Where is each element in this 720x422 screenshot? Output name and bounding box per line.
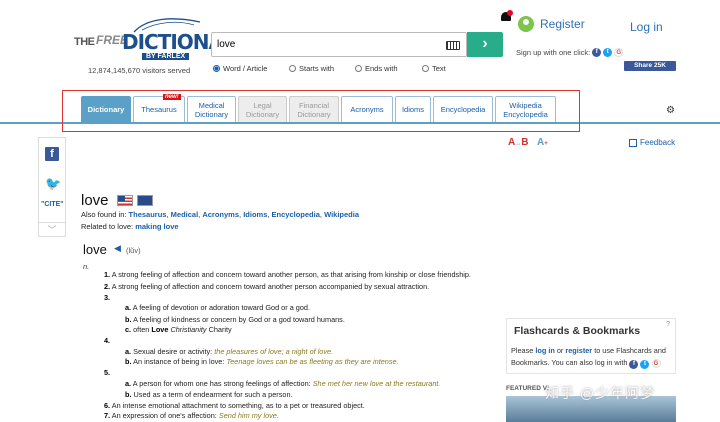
entry-word: love bbox=[83, 242, 107, 257]
user-icon bbox=[518, 16, 534, 32]
example-text: the pleasures of love; a night of love. bbox=[214, 347, 334, 356]
flash-register-link[interactable]: register bbox=[565, 346, 592, 355]
definition-item: a. A person for whom one has strong feel… bbox=[125, 379, 441, 388]
twitter-icon[interactable]: t bbox=[603, 48, 613, 57]
arrow-right-icon: › bbox=[482, 35, 488, 52]
facebook-share-button[interactable]: Share 25K bbox=[624, 61, 676, 71]
share-rail: f 🐦 "CITE" ﹀ bbox=[38, 137, 66, 237]
definition-item: 1. A strong feeling of affection and con… bbox=[104, 270, 471, 279]
register-button[interactable]: Register bbox=[518, 16, 585, 32]
found-link-idioms[interactable]: Idioms bbox=[243, 210, 267, 219]
login-link[interactable]: Log in bbox=[630, 20, 663, 34]
example-text: Send him my love. bbox=[218, 411, 279, 420]
found-link-thesaurus[interactable]: Thesaurus bbox=[129, 210, 167, 219]
definition-item: b. Used as a term of endearment for such… bbox=[125, 390, 293, 399]
definition-item: 2. A strong feeling of affection and con… bbox=[104, 282, 430, 291]
definition-item: 5. bbox=[104, 368, 111, 377]
flashcards-text: Please log in or register to use Flashca… bbox=[511, 346, 666, 369]
found-link-acronyms[interactable]: Acronyms bbox=[202, 210, 239, 219]
tabs-highlight-box bbox=[62, 90, 580, 132]
visitors-count: 12,874,145,670 visitors served bbox=[88, 66, 191, 75]
facebook-icon[interactable]: f bbox=[629, 360, 639, 369]
option-text[interactable]: Text bbox=[422, 64, 446, 73]
facebook-icon[interactable]: f bbox=[592, 48, 602, 57]
definition-item: 6. An intense emotional attachment to so… bbox=[104, 401, 365, 410]
keyboard-icon[interactable] bbox=[446, 41, 460, 50]
found-link-wikipedia[interactable]: Wikipedia bbox=[324, 210, 359, 219]
found-link-medical[interactable]: Medical bbox=[171, 210, 199, 219]
search-box[interactable] bbox=[211, 32, 467, 57]
definition-item: c. often Love Christianity Charity bbox=[125, 325, 232, 334]
logo-the: THE bbox=[74, 36, 95, 48]
notification-bell-icon[interactable] bbox=[500, 10, 513, 24]
definition-item: 3. bbox=[104, 293, 111, 302]
related-link[interactable]: making love bbox=[135, 222, 178, 231]
example-text: Teenage loves can be as fleeting as they… bbox=[226, 357, 399, 366]
radio-icon bbox=[355, 65, 362, 72]
definition-item: 4. bbox=[104, 336, 111, 345]
gear-icon[interactable]: ⚙ bbox=[666, 105, 675, 116]
option-starts-with[interactable]: Starts with bbox=[289, 64, 334, 73]
font-size-decrease[interactable]: A↔B bbox=[508, 137, 528, 148]
definition-item: b. An instance of being in love: Teenage… bbox=[125, 357, 399, 366]
speaker-icon[interactable]: ◀ bbox=[114, 243, 121, 254]
twitter-icon[interactable]: t bbox=[640, 360, 650, 369]
uk-flag-audio-icon[interactable] bbox=[137, 195, 153, 206]
twitter-icon[interactable]: 🐦 bbox=[45, 176, 61, 192]
flashcards-panel: ? Flashcards & Bookmarks Please log in o… bbox=[506, 318, 676, 374]
part-of-speech: n. bbox=[83, 262, 90, 271]
related-to: Related to love: making love bbox=[81, 222, 179, 231]
edit-icon bbox=[629, 138, 637, 147]
example-text: She met her new love at the restaurant. bbox=[312, 379, 441, 388]
found-link-encyclopedia[interactable]: Encyclopedia bbox=[272, 210, 320, 219]
signup-text: Sign up with one click: bbox=[516, 48, 591, 57]
radio-icon bbox=[422, 65, 429, 72]
social-signup: Sign up with one click: f t G bbox=[516, 48, 624, 57]
search-button[interactable]: › bbox=[467, 32, 503, 57]
register-label: Register bbox=[540, 17, 585, 31]
site-logo[interactable]: THE FREE DICTIONARY BY FARLEX bbox=[74, 18, 251, 62]
featured-video-label: FEATURED VI bbox=[506, 385, 549, 392]
option-word-article[interactable]: Word / Article bbox=[213, 64, 267, 73]
facebook-icon[interactable]: f bbox=[45, 147, 59, 161]
chevron-down-icon[interactable]: ﹀ bbox=[39, 222, 65, 236]
font-toggle[interactable]: A+ bbox=[537, 137, 548, 148]
radio-icon bbox=[289, 65, 296, 72]
option-ends-with[interactable]: Ends with bbox=[355, 64, 398, 73]
flashcards-title: Flashcards & Bookmarks bbox=[514, 325, 641, 337]
definition-item: a. Sexual desire or activity: the pleasu… bbox=[125, 347, 334, 356]
notification-badge bbox=[507, 10, 513, 16]
google-icon[interactable]: G bbox=[614, 48, 624, 57]
search-input[interactable] bbox=[217, 39, 437, 50]
logo-farlex: BY FARLEX bbox=[142, 53, 190, 60]
help-icon[interactable]: ? bbox=[666, 321, 670, 328]
google-icon[interactable]: G bbox=[651, 359, 661, 368]
flash-login-link[interactable]: log in bbox=[535, 346, 554, 355]
also-found-in: Also found in: Thesaurus, Medical, Acron… bbox=[81, 210, 360, 219]
us-flag-audio-icon[interactable] bbox=[117, 195, 133, 206]
definition-item: 7. An expression of one's affection: Sen… bbox=[104, 411, 279, 420]
feedback-link[interactable]: Feedback bbox=[629, 138, 675, 147]
definition-item: a. A feeling of devotion or adoration to… bbox=[125, 303, 310, 312]
cite-button[interactable]: "CITE" bbox=[41, 201, 64, 208]
pronunciation: (lŭv) bbox=[126, 246, 141, 255]
headword: love bbox=[81, 192, 109, 209]
radio-checked-icon bbox=[213, 65, 220, 72]
definition-item: b. A feeling of kindness or concern by G… bbox=[125, 315, 345, 324]
watermark: 知乎 @少年阿梦 bbox=[545, 385, 656, 401]
